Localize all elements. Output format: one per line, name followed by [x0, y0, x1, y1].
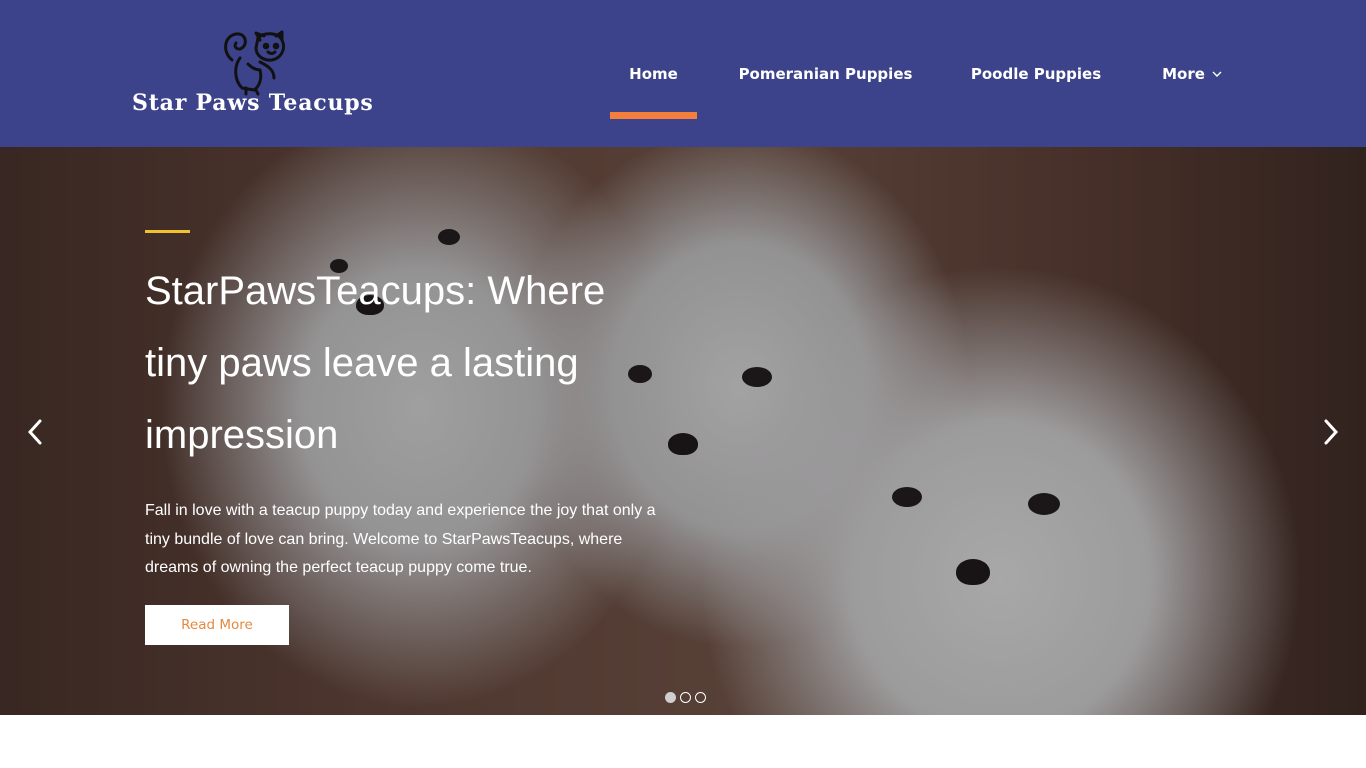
active-nav-indicator — [610, 112, 697, 119]
nav-item-label: Pomeranian Puppies — [738, 64, 913, 83]
read-more-button[interactable]: Read More — [145, 604, 289, 645]
hero-title-line: impression — [145, 413, 339, 457]
hero-title: StarPawsTeacups: Where tiny paws leave a… — [145, 255, 675, 471]
chevron-right-icon[interactable] — [1319, 417, 1343, 447]
nav-item-label: Poodle Puppies — [970, 64, 1102, 83]
slide-dot-1[interactable] — [665, 692, 676, 703]
slide-dot-2[interactable] — [680, 692, 691, 703]
chevron-down-icon — [1212, 71, 1222, 77]
nav-item-pomeranian-puppies[interactable]: Pomeranian Puppies — [722, 0, 929, 147]
hero-slider: StarPawsTeacups: Where tiny paws leave a… — [0, 147, 1366, 715]
accent-line — [145, 230, 190, 233]
chevron-left-icon[interactable] — [23, 417, 47, 447]
hero-title-line: tiny paws leave a lasting — [145, 341, 579, 385]
main-nav: Home Pomeranian Puppies Poodle Puppies M… — [0, 0, 1366, 147]
nav-item-more[interactable]: More — [1143, 0, 1241, 147]
slide-dot-3[interactable] — [695, 692, 706, 703]
hero-title-line: StarPawsTeacups: Where — [145, 269, 606, 313]
nav-item-home[interactable]: Home — [610, 0, 697, 147]
nav-item-label: More — [1162, 64, 1205, 83]
nav-item-poodle-puppies[interactable]: Poodle Puppies — [954, 0, 1118, 147]
hero-description: Fall in love with a teacup puppy today a… — [145, 502, 656, 576]
nav-item-label: Home — [629, 64, 678, 83]
site-header: Star Paws Teacups Home Pomeranian Puppie… — [0, 0, 1366, 147]
slider-pagination — [665, 692, 706, 703]
hero-content: StarPawsTeacups: Where tiny paws leave a… — [145, 230, 675, 645]
